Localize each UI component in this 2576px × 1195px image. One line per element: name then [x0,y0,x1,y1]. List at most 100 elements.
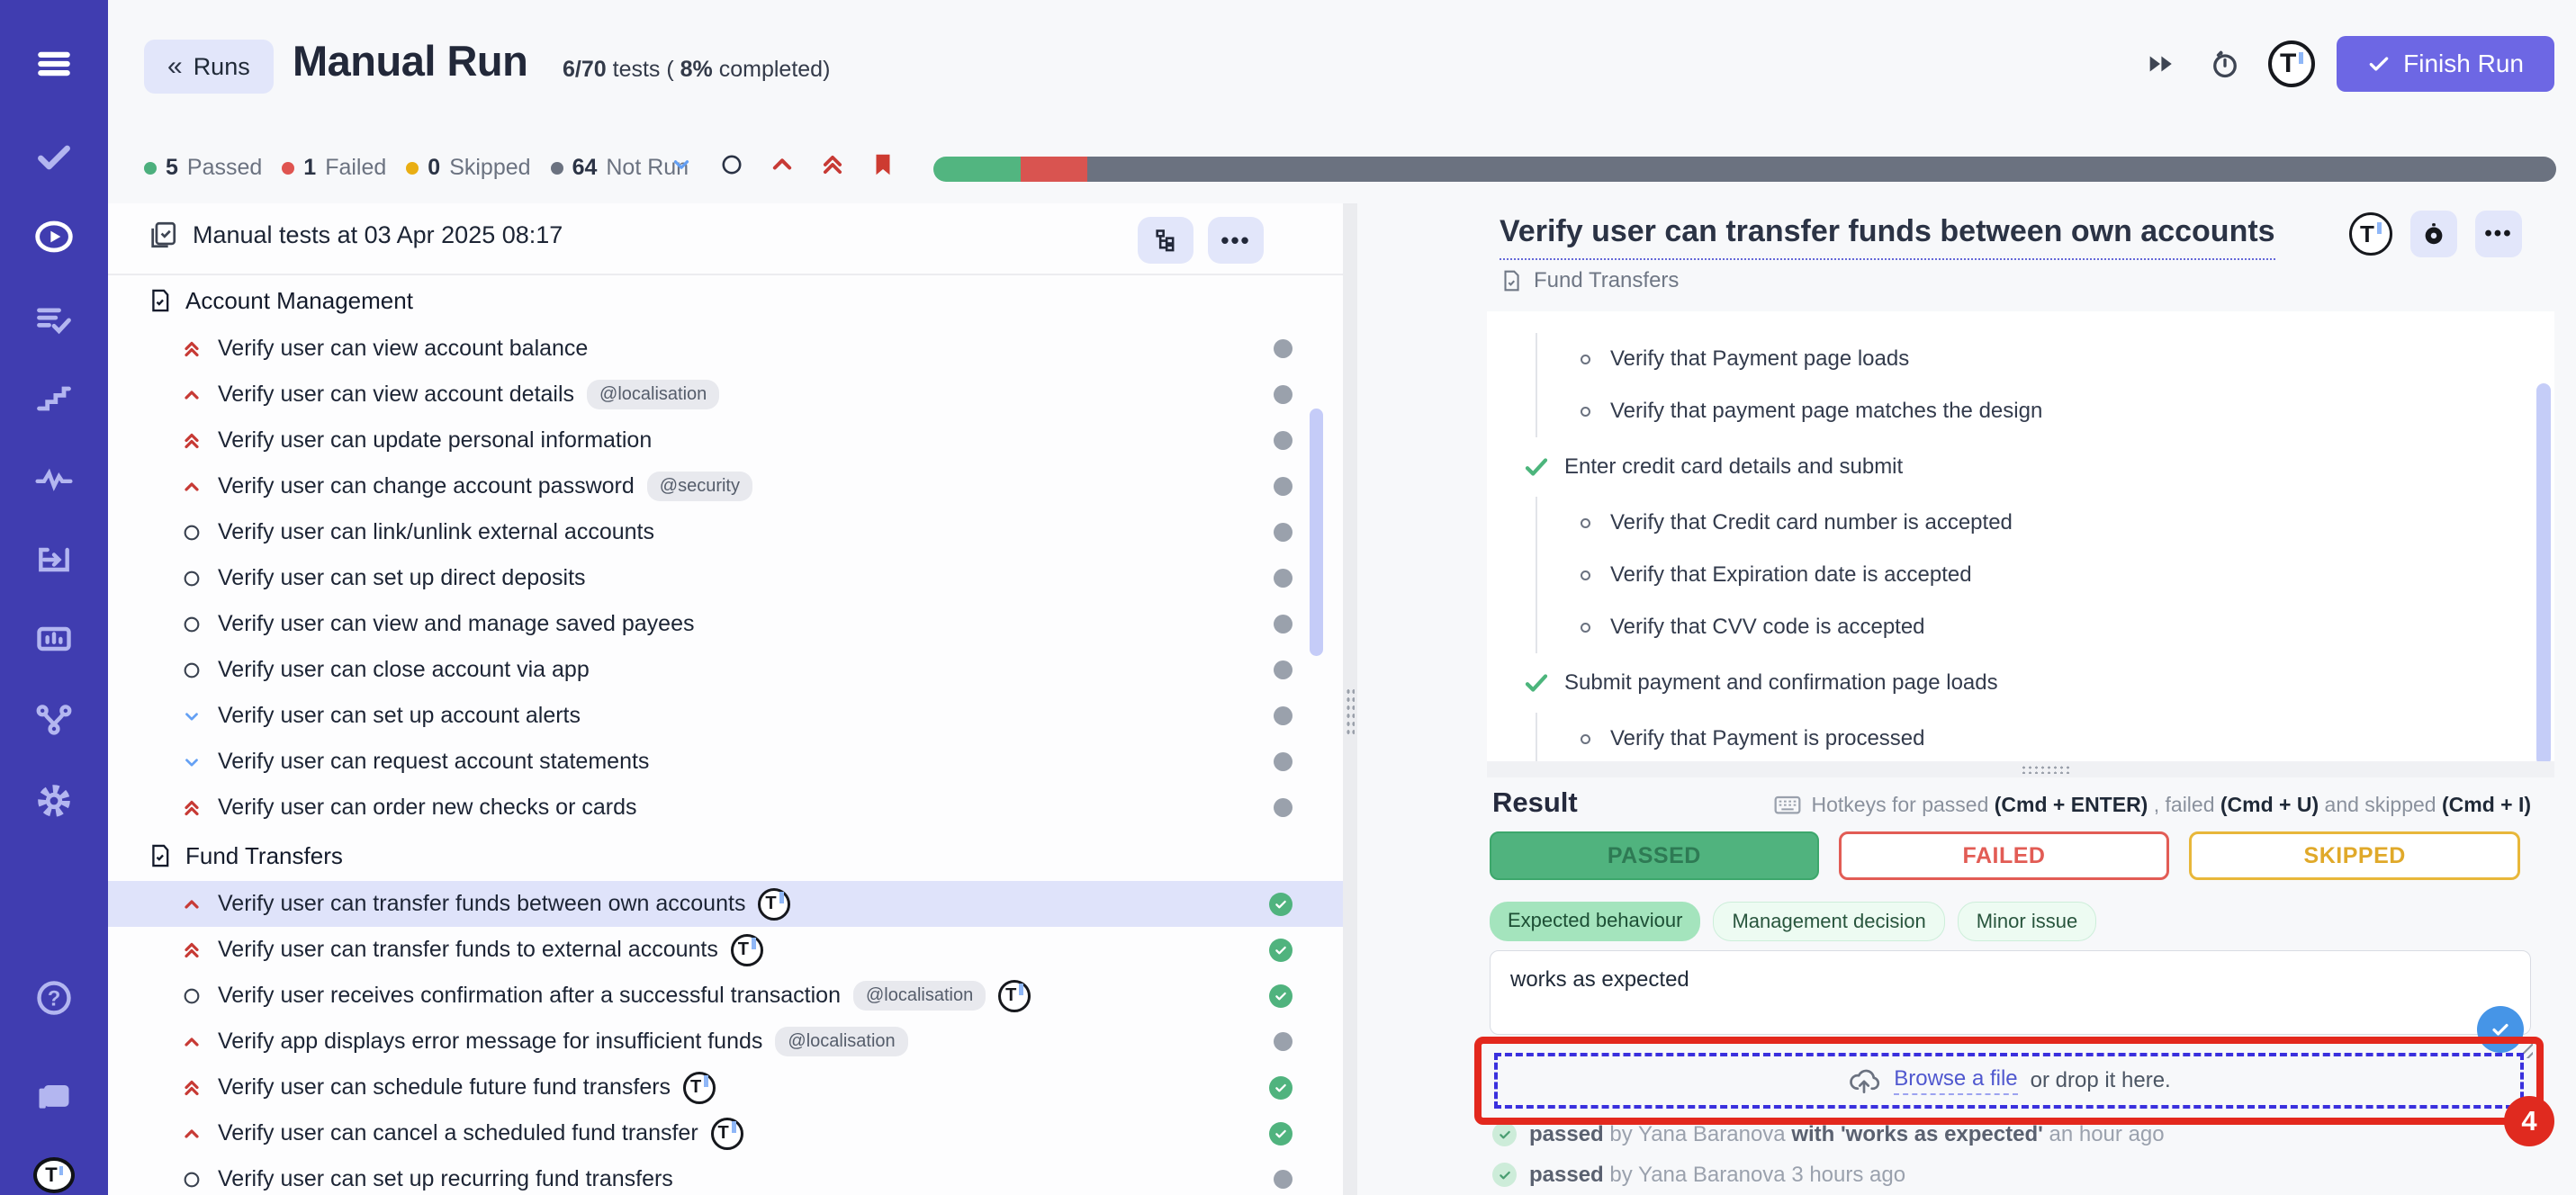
automated-test-icon: T [998,980,1031,1012]
annotation-highlight: Browse a file or drop it here. 4 [1474,1037,2544,1125]
tests-icon[interactable] [31,134,77,181]
reports-icon[interactable] [31,615,77,662]
bookmark-filter-icon[interactable] [866,148,900,182]
collapse-filter-icon[interactable] [664,148,698,182]
status-notrun-icon [1274,1032,1293,1051]
skipped-button[interactable]: SKIPPED [2189,831,2520,880]
tag-management-decision[interactable]: Management decision [1713,902,1944,941]
test-row[interactable]: Verify user can set up account alerts [108,693,1343,739]
test-row[interactable]: Verify user can update personal informat… [108,418,1343,463]
test-row[interactable]: Verify user can request account statemen… [108,739,1343,785]
milestones-icon[interactable] [31,375,77,422]
test-name: Verify user can cancel a scheduled fund … [218,1120,698,1146]
status-notrun-icon [1274,477,1293,496]
step-row[interactable]: Verify that payment page matches the des… [1537,385,2554,437]
test-row[interactable]: Verify user can set up direct deposits [108,555,1343,601]
content: Manual tests at 03 Apr 2025 08:17 ••• Ac… [108,203,2576,1195]
passed-button[interactable]: PASSED [1490,831,1819,880]
import-icon[interactable] [31,536,77,583]
test-automation-logo-icon[interactable]: T [2349,212,2392,256]
test-plans-icon[interactable] [31,295,77,342]
drop-hint: or drop it here. [2031,1068,2171,1093]
run-title: Manual tests at 03 Apr 2025 08:17 [193,221,563,249]
priority-high-icon [178,894,205,915]
testomat-logo-icon[interactable]: T [2268,40,2315,87]
failed-button[interactable]: FAILED [1839,831,2170,880]
tag-minor-issue[interactable]: Minor issue [1958,902,2096,941]
app-logo[interactable]: T [31,1152,77,1195]
branches-icon[interactable] [31,696,77,742]
section-doc-icon [148,288,173,313]
stats-bar: 5Passed1Failed0Skipped64Not Run [108,135,2576,203]
test-row[interactable]: Verify user can transfer funds to extern… [108,927,1343,973]
test-name: Verify user can request account statemen… [218,749,649,775]
priority-high-filter-icon[interactable] [765,148,799,182]
section-title: Account Management [185,287,413,315]
test-row[interactable]: Verify user can transfer funds between o… [108,881,1343,927]
test-row[interactable]: Verify user can close account via app [108,647,1343,693]
progress-segment [1087,157,2556,182]
analytics-icon[interactable] [31,456,77,503]
test-detail-panel: Verify user can transfer funds between o… [1357,203,2576,1195]
history-text: passed by Yana Baranova 3 hours ago [1529,1163,1905,1188]
suite-doc-icon [1500,269,1523,292]
steps-resize-strip[interactable] [1487,761,2554,777]
finish-run-button[interactable]: Finish Run [2337,36,2554,92]
test-row[interactable]: Verify user can set up recurring fund tr… [108,1156,1343,1195]
test-row[interactable]: Verify app displays error message for in… [108,1019,1343,1065]
test-row[interactable]: Verify user receives confirmation after … [108,973,1343,1019]
test-row[interactable]: Verify user can view and manage saved pa… [108,601,1343,647]
test-name: Verify user can view account balance [218,336,588,362]
step-row[interactable]: Verify that Payment page loads [1537,333,2554,385]
test-row[interactable]: Verify user can view account details@loc… [108,372,1343,418]
bullet-icon [1581,734,1590,744]
test-tag: @localisation [775,1027,907,1056]
suite-breadcrumb[interactable]: Fund Transfers [1500,268,1679,293]
comment-input[interactable]: works as expected [1490,950,2531,1035]
help-icon[interactable]: ? [31,975,77,1021]
stat-item: 5Passed [144,155,262,181]
section-header[interactable]: Account Management [108,275,1343,326]
test-row[interactable]: Verify user can change account password@… [108,463,1343,509]
priority-highest-filter-icon[interactable] [815,148,850,182]
stat-item: 1Failed [282,155,386,181]
step-row[interactable]: Verify that Expiration date is accepted [1537,549,2554,601]
test-row[interactable]: Verify user can cancel a scheduled fund … [108,1110,1343,1156]
step-row[interactable]: Verify that Credit card number is accept… [1537,497,2554,549]
test-row[interactable]: Verify user can link/unlink external acc… [108,509,1343,555]
test-title[interactable]: Verify user can transfer funds between o… [1500,214,2275,260]
tag-expected-behaviour[interactable]: Expected behaviour [1490,902,1700,941]
panel-divider[interactable] [1343,203,1357,1195]
steps-card: Verify that Payment page loadsVerify tha… [1487,311,2554,761]
test-name: Verify user can schedule future fund tra… [218,1074,671,1101]
step-row[interactable]: Enter credit card details and submit [1487,441,2554,493]
steps-scrollbar[interactable] [2536,383,2551,761]
projects-icon[interactable] [31,1072,77,1119]
step-row[interactable]: Submit payment and confirmation page loa… [1487,657,2554,709]
section-header[interactable]: Fund Transfers [108,831,1343,881]
test-name: Verify app displays error message for in… [218,1029,762,1055]
test-name: Verify user can order new checks or card… [218,795,636,821]
timer-button[interactable] [2410,211,2457,257]
hotkeys-text: Hotkeys for passed (Cmd + ENTER) , faile… [1811,793,2531,817]
test-row[interactable]: Verify user can schedule future fund tra… [108,1065,1343,1110]
status-passed-icon [1269,1076,1293,1100]
tree-view-button[interactable] [1138,217,1193,264]
file-upload-dropzone[interactable]: Browse a file or drop it here. [1494,1053,2524,1109]
stopwatch-icon[interactable] [2203,42,2247,85]
priority-normal-filter-icon[interactable] [715,148,749,182]
test-row[interactable]: Verify user can view account balance [108,326,1343,372]
list-more-button[interactable]: ••• [1208,217,1264,264]
step-text: Verify that Expiration date is accepted [1610,562,1972,588]
step-row[interactable]: Verify that Payment is processed [1537,713,2554,761]
test-row[interactable]: Verify user can order new checks or card… [108,785,1343,831]
browse-file-link[interactable]: Browse a file [1894,1066,2017,1095]
menu-icon[interactable] [31,40,77,87]
back-to-runs-button[interactable]: « Runs [144,40,274,94]
detail-more-button[interactable]: ••• [2475,211,2522,257]
fast-forward-icon[interactable] [2139,42,2182,85]
runs-icon-active[interactable] [31,213,77,260]
step-row[interactable]: Verify that CVV code is accepted [1537,601,2554,653]
settings-gear-icon[interactable] [31,777,77,824]
list-scrollbar[interactable] [1310,409,1323,656]
